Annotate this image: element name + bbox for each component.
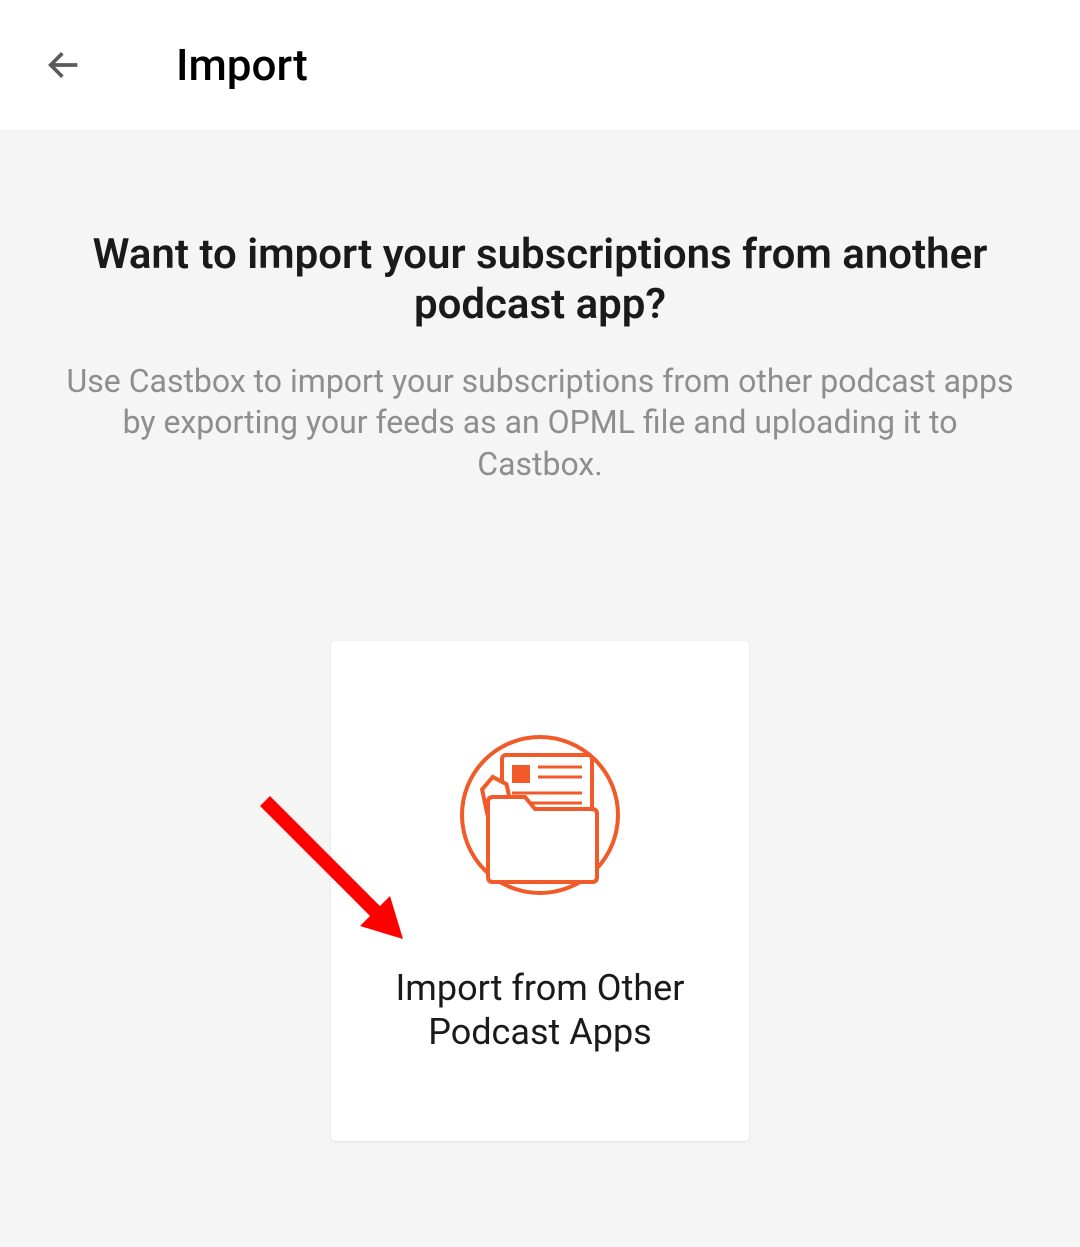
main-heading: Want to import your subscriptions from a…	[60, 230, 1020, 331]
header: Import	[0, 0, 1080, 130]
back-arrow-icon[interactable]	[40, 41, 88, 89]
import-from-other-apps-card[interactable]: Import from Other Podcast Apps	[331, 641, 749, 1141]
card-container: Import from Other Podcast Apps	[60, 641, 1020, 1141]
sub-text: Use Castbox to import your subscriptions…	[60, 361, 1020, 486]
content-area: Want to import your subscriptions from a…	[0, 130, 1080, 1241]
page-title: Import	[176, 39, 308, 91]
import-card-label: Import from Other Podcast Apps	[371, 967, 709, 1053]
folder-files-icon	[450, 727, 630, 907]
